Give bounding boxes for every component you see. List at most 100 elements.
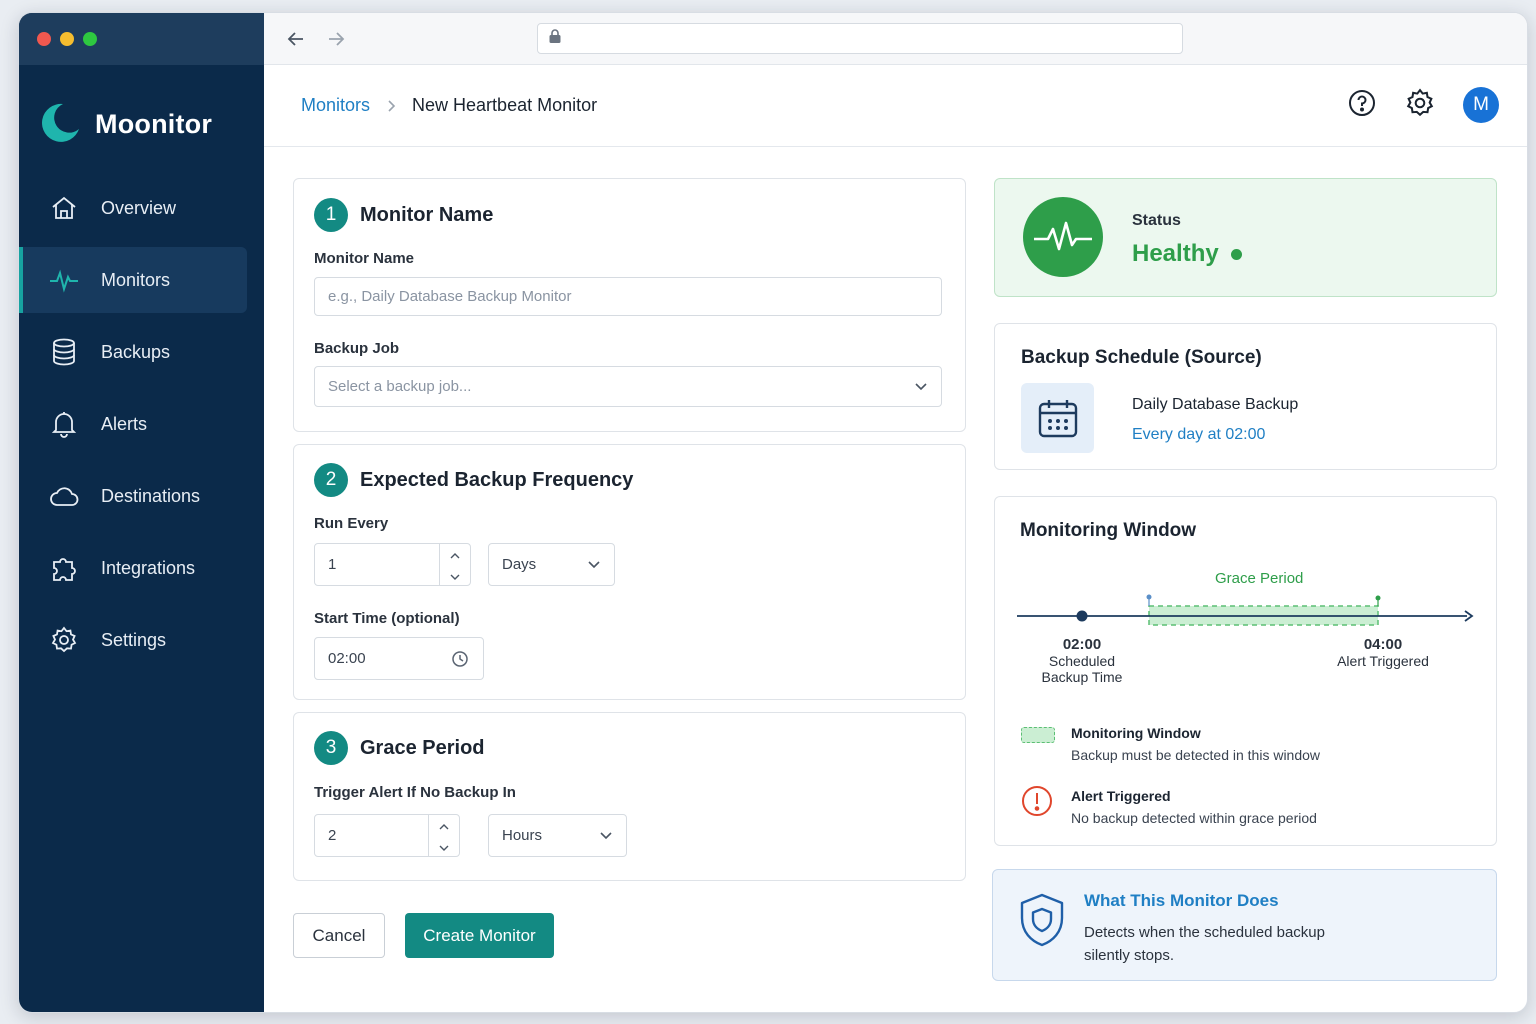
sidebar-item-settings[interactable]: Settings — [19, 607, 247, 673]
sidebar-item-alerts[interactable]: Alerts — [19, 391, 247, 457]
input-placeholder: e.g., Daily Database Backup Monitor — [328, 288, 572, 305]
create-monitor-button[interactable]: Create Monitor — [405, 913, 554, 958]
cancel-button[interactable]: Cancel — [293, 913, 385, 958]
status-label: Status — [1132, 212, 1181, 229]
alert-warning-icon — [1021, 785, 1053, 822]
timeline — [1017, 594, 1474, 626]
chevron-right-icon — [386, 99, 396, 113]
schedule-name: Daily Database Backup — [1132, 396, 1299, 413]
grace-period-label: Grace Period — [1215, 570, 1304, 587]
minimize-window-button[interactable] — [60, 32, 74, 46]
step-number: 2 — [314, 463, 348, 497]
chevron-down-icon[interactable] — [439, 838, 449, 855]
chevron-down-icon — [588, 560, 600, 569]
legend-desc: Backup must be detected in this window — [1071, 747, 1321, 763]
forward-arrow-icon[interactable] — [326, 29, 346, 49]
address-bar[interactable] — [537, 23, 1183, 54]
chevron-down-icon[interactable] — [450, 567, 460, 584]
stepper-controls — [428, 815, 459, 856]
page-header: Monitors New Heartbeat Monitor M — [264, 65, 1527, 147]
bell-icon — [49, 409, 79, 439]
monitoring-window-title: Monitoring Window — [1020, 520, 1197, 541]
info-description: Detects when the scheduled backup silent… — [1084, 924, 1325, 964]
run-every-label: Run Every — [314, 515, 389, 532]
select-value: Hours — [502, 827, 543, 844]
alert-triggered-caption: 04:00 Alert Triggered — [1337, 636, 1429, 669]
run-every-unit-select[interactable]: Days — [488, 543, 615, 586]
step-number: 3 — [314, 731, 348, 765]
trigger-alert-label: Trigger Alert If No Backup In — [314, 784, 516, 801]
sidebar-item-backups[interactable]: Backups — [19, 319, 247, 385]
section-title: Expected Backup Frequency — [360, 468, 634, 491]
status-value: Healthy — [1132, 240, 1242, 268]
sidebar: Moonitor Overview Monitors Backups Alert… — [19, 13, 264, 1012]
start-time-input[interactable]: 02:00 — [314, 637, 484, 680]
info-card: What This Monitor Does Detects when the … — [992, 869, 1497, 981]
chevron-down-icon — [915, 382, 927, 391]
sidebar-item-label: Integrations — [101, 557, 196, 578]
sidebar-item-overview[interactable]: Overview — [19, 175, 247, 241]
shield-icon — [1018, 892, 1066, 953]
chevron-up-icon[interactable] — [450, 546, 460, 563]
status-dot — [1230, 248, 1242, 260]
monitor-name-label: Monitor Name — [314, 250, 415, 267]
moon-logo-icon — [39, 101, 81, 148]
page-title: New Heartbeat Monitor — [412, 95, 598, 115]
monitor-name-input[interactable]: e.g., Daily Database Backup Monitor — [314, 277, 942, 316]
brand-name: Moonitor — [95, 108, 213, 139]
brand[interactable]: Moonitor — [19, 65, 264, 161]
sidebar-item-label: Settings — [101, 629, 167, 650]
sidebar-item-monitors[interactable]: Monitors — [19, 247, 247, 313]
back-arrow-icon[interactable] — [286, 29, 306, 49]
backup-frequency-card: 2 Expected Backup Frequency Run Every 1 … — [293, 444, 966, 700]
home-icon — [49, 193, 79, 223]
breadcrumb-monitors-link[interactable]: Monitors — [301, 95, 370, 116]
backup-job-select[interactable]: Select a backup job... — [314, 366, 942, 407]
select-value: Days — [502, 556, 537, 573]
sidebar-item-label: Monitors — [101, 269, 171, 290]
section-title: Grace Period — [360, 736, 485, 759]
sidebar-item-label: Destinations — [101, 485, 201, 506]
grace-end-marker — [1375, 595, 1381, 601]
sidebar-nav: Overview Monitors Backups Alerts Destina… — [19, 175, 264, 673]
start-time-label: Start Time (optional) — [314, 610, 460, 627]
schedule-time: Every day at 02:00 — [1132, 426, 1266, 443]
status-card: Status Healthy — [994, 178, 1497, 297]
window-controls — [19, 13, 264, 65]
section-title: Monitor Name — [360, 203, 494, 226]
scheduled-time-caption: 02:00 Scheduled Backup Time — [1041, 636, 1123, 685]
sidebar-item-destinations[interactable]: Destinations — [19, 463, 247, 529]
sidebar-item-label: Alerts — [101, 413, 148, 434]
header-actions: M — [1347, 87, 1499, 123]
settings-gear-icon[interactable] — [1405, 87, 1435, 123]
stepper-controls — [439, 544, 470, 585]
schedule-title: Backup Schedule (Source) — [1021, 347, 1262, 368]
stepper-value: 1 — [328, 556, 337, 573]
app-window: Moonitor Overview Monitors Backups Alert… — [18, 12, 1528, 1013]
info-title: What This Monitor Does — [1084, 891, 1279, 910]
grace-start-marker — [1146, 594, 1152, 600]
scheduled-time-marker — [1076, 610, 1088, 622]
grace-period-stepper[interactable]: 2 — [314, 814, 460, 857]
puzzle-icon — [49, 553, 79, 583]
chevron-down-icon — [600, 831, 612, 840]
legend-desc: No backup detected within grace period — [1071, 810, 1317, 826]
calendar-icon — [1021, 383, 1094, 453]
avatar[interactable]: M — [1463, 87, 1499, 123]
breadcrumb: Monitors New Heartbeat Monitor — [301, 95, 597, 116]
help-icon[interactable] — [1347, 88, 1377, 123]
pulse-icon — [49, 265, 79, 295]
backup-schedule-card: Backup Schedule (Source) Daily Database … — [994, 323, 1497, 470]
sidebar-item-integrations[interactable]: Integrations — [19, 535, 247, 601]
chevron-up-icon[interactable] — [439, 817, 449, 834]
legend-title: Monitoring Window — [1071, 725, 1201, 741]
grace-period-unit-select[interactable]: Hours — [488, 814, 627, 857]
gear-icon — [49, 625, 79, 655]
close-window-button[interactable] — [37, 32, 51, 46]
run-every-stepper[interactable]: 1 — [314, 543, 471, 586]
select-placeholder: Select a backup job... — [328, 378, 472, 395]
step-number: 1 — [314, 198, 348, 232]
lock-icon — [548, 28, 562, 49]
maximize-window-button[interactable] — [83, 32, 97, 46]
monitoring-window-swatch — [1021, 727, 1055, 743]
